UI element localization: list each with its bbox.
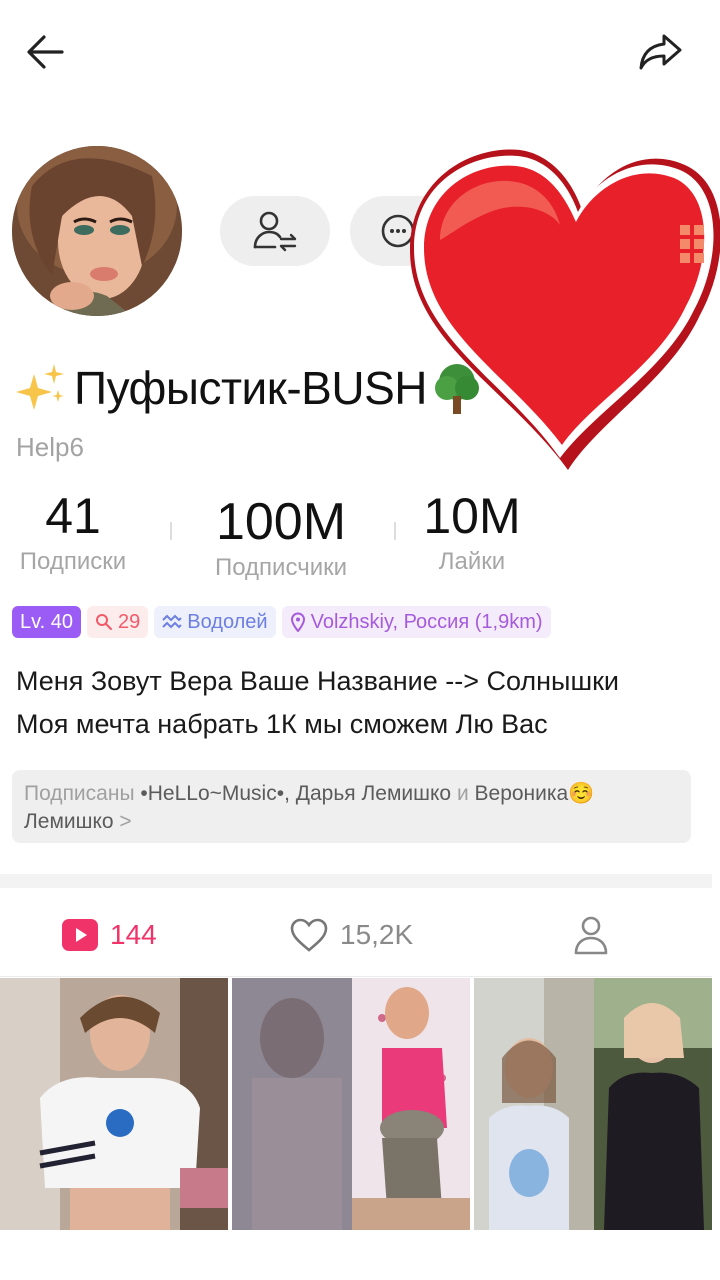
stat-divider: [394, 522, 396, 540]
friend-request-icon: [253, 211, 297, 252]
profile-tags: Lv. 40 29 Водолей Volzhskiy, Россия (1,9…: [12, 606, 551, 638]
likes-count: 15,2K: [340, 919, 414, 950]
videos-count: 144: [110, 919, 157, 950]
zodiac-text: Водолей: [187, 610, 268, 633]
level-badge[interactable]: Lv. 40: [12, 606, 81, 638]
location-badge[interactable]: Volzhskiy, Россия (1,9km): [281, 606, 551, 638]
stat-likes[interactable]: 10M Лайки: [416, 488, 528, 576]
profile-name: Пуфыстик-BUSH: [74, 362, 427, 414]
video-thumbnail[interactable]: [232, 978, 470, 1230]
tab-videos[interactable]: 144: [62, 910, 157, 960]
heart-sticker: [400, 140, 720, 480]
age-text: 29: [118, 610, 141, 633]
bio-line: Меня Зовут Вера Ваше Название --> Солныш…: [16, 666, 620, 696]
stat-followers-label: Подписчики: [214, 554, 348, 581]
friend-request-button[interactable]: [220, 196, 330, 266]
profile-bio: Меня Зовут Вера Ваше Название --> Солныш…: [16, 660, 619, 746]
level-text: Lv. 40: [20, 610, 73, 633]
stat-followers-value: 100M: [215, 493, 347, 551]
aquarius-icon: [162, 614, 182, 629]
video-thumbnail[interactable]: [0, 978, 228, 1230]
profile-handle: Help6: [16, 432, 84, 462]
search-icon: [96, 614, 112, 630]
followed-user[interactable]: •HeLLo~Music•: [140, 782, 284, 805]
location-text: Volzhskiy, Россия (1,9km): [310, 610, 543, 633]
stat-following[interactable]: 41 Подписки: [14, 488, 132, 576]
person-icon: [574, 916, 608, 955]
followed-user-cont[interactable]: Лемишко: [24, 810, 114, 833]
tab-private[interactable]: [572, 910, 622, 960]
play-icon: [62, 919, 98, 951]
followed-more[interactable]: >: [119, 810, 131, 833]
followed-user[interactable]: Дарья Лемишко: [296, 782, 451, 805]
avatar[interactable]: [12, 146, 182, 316]
mutual-followers-box[interactable]: Подписаны •HeLLo~Music•, Дарья Лемишко и…: [12, 770, 691, 843]
followed-user[interactable]: Вероника☺️: [475, 782, 595, 805]
bio-line: Моя мечта набрать 1К мы сможем Лю Вас: [16, 709, 548, 739]
stat-followers[interactable]: 100M Подписчики: [206, 494, 356, 582]
age-badge: 29: [87, 606, 149, 638]
share-icon[interactable]: [634, 26, 686, 78]
followed-sep: ,: [284, 782, 290, 805]
stat-following-label: Подписки: [19, 548, 127, 575]
tabs-divider: [0, 976, 712, 977]
back-arrow-icon[interactable]: [22, 28, 70, 76]
section-separator: [0, 874, 712, 888]
stat-likes-label: Лайки: [438, 548, 506, 575]
zodiac-badge: Водолей: [154, 606, 276, 638]
tree-icon: [434, 364, 479, 414]
stat-divider: [170, 522, 172, 540]
location-pin-icon: [290, 612, 305, 632]
stat-likes-value: 10M: [423, 488, 521, 544]
video-grid: [0, 978, 712, 1230]
followed-prefix: Подписаны: [24, 782, 135, 805]
video-thumbnail[interactable]: [474, 978, 712, 1230]
heart-outline-icon: [290, 918, 328, 952]
tab-likes[interactable]: 15,2K: [290, 910, 413, 960]
stat-following-value: 41: [45, 488, 101, 544]
sparkles-icon: [16, 364, 64, 410]
followed-and: и: [456, 782, 469, 805]
top-bar: [0, 0, 720, 100]
profile-name-row: Пуфыстик-BUSH: [14, 358, 485, 418]
